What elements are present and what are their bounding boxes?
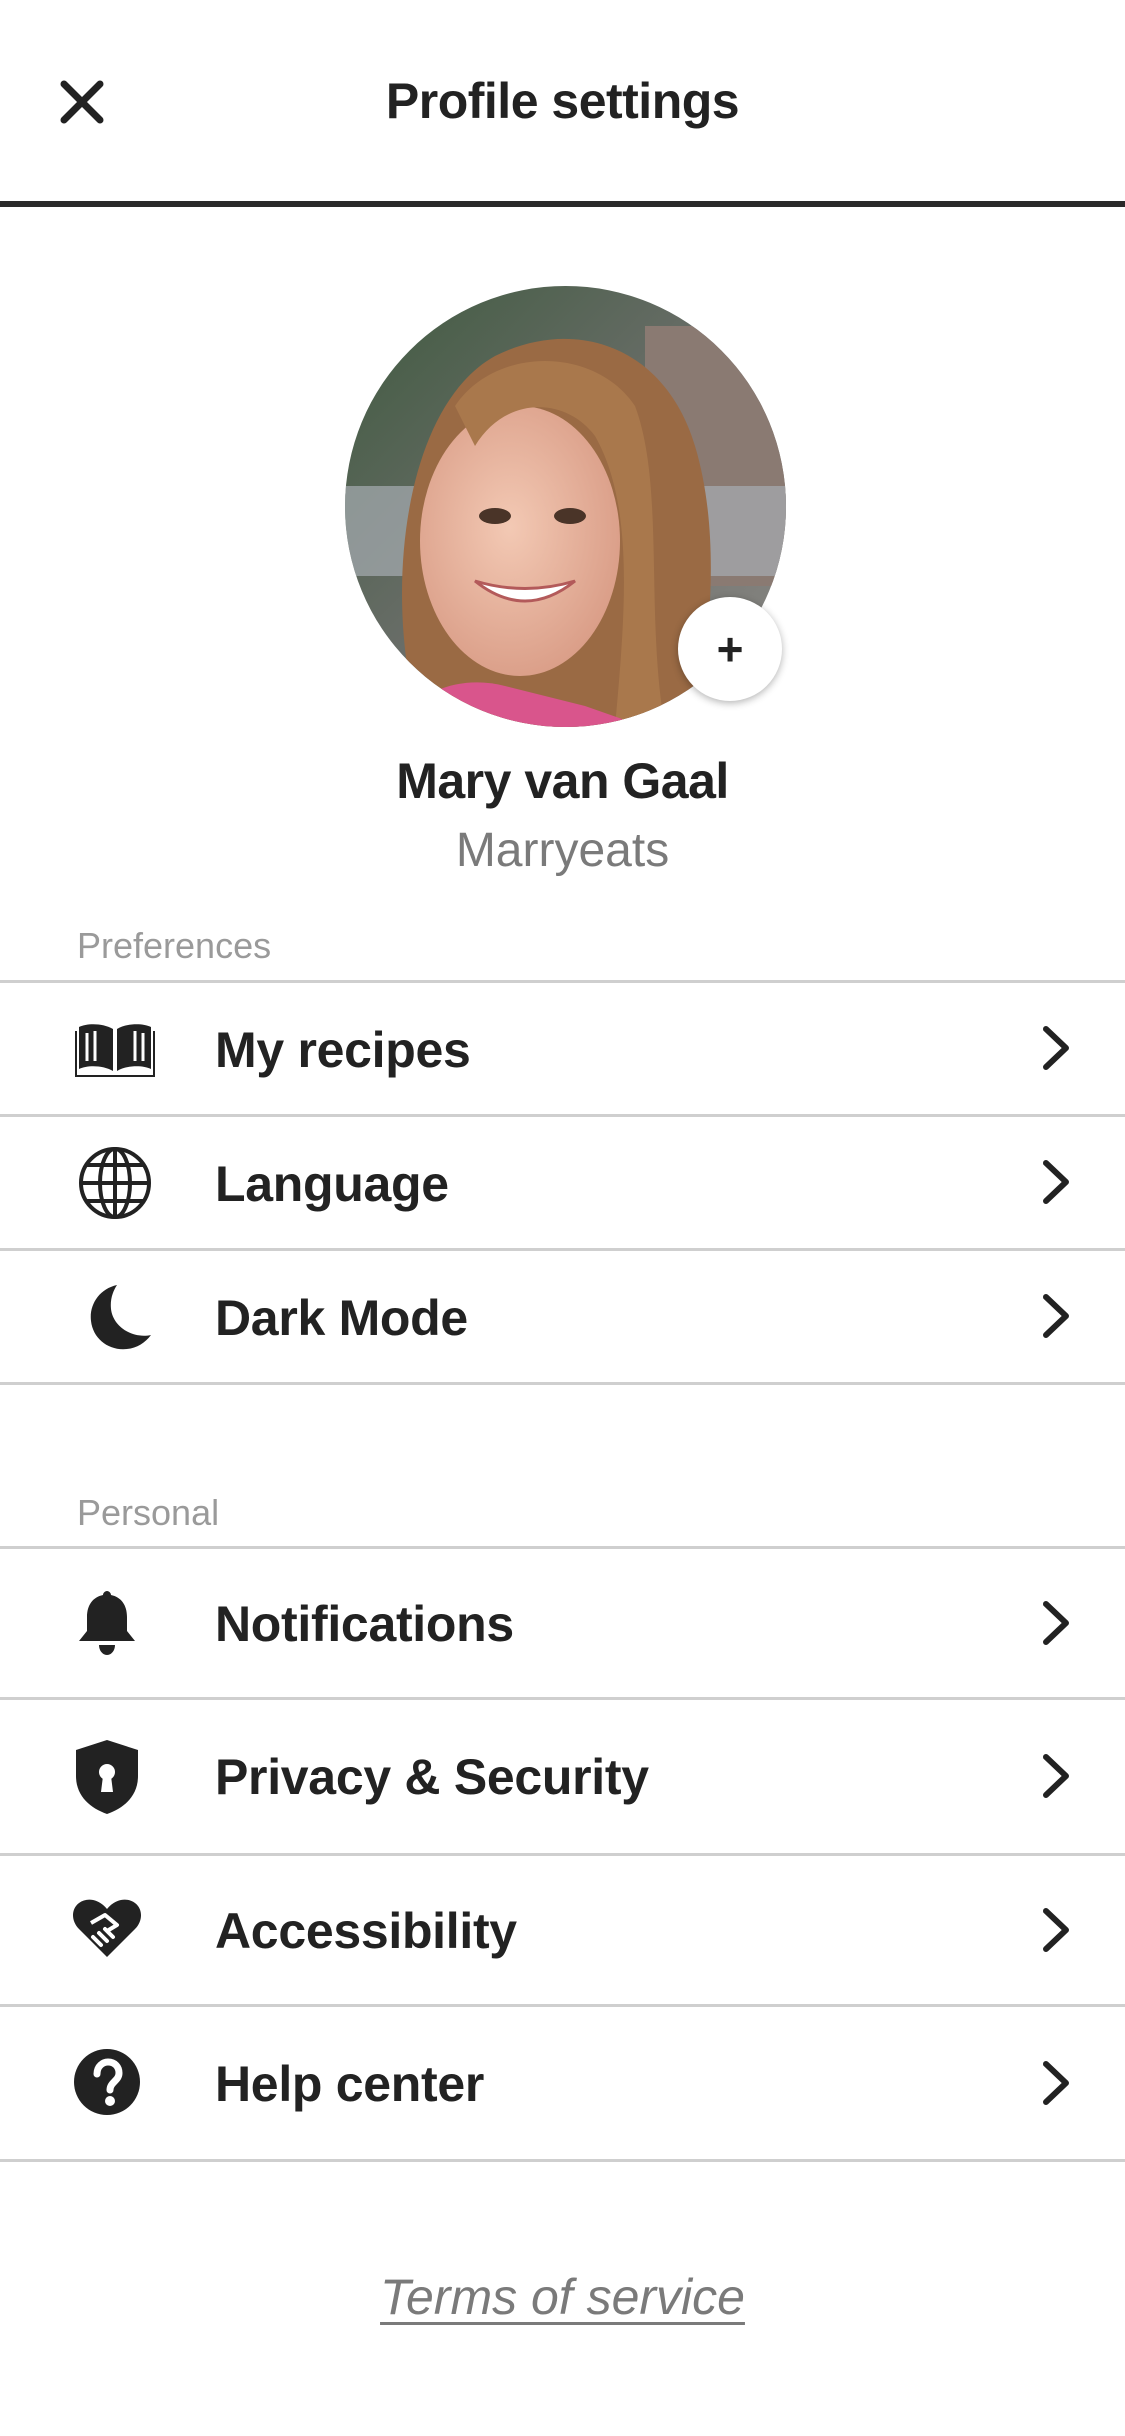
shield-lock-icon [62, 1738, 152, 1816]
chevron-right-icon [1036, 2058, 1076, 2108]
chevron-right-icon [1036, 1751, 1076, 1801]
menu-item-notifications[interactable]: Notifications [0, 1549, 1125, 1697]
chevron-right-icon [1036, 1291, 1076, 1341]
open-book-icon [70, 1021, 160, 1077]
menu-item-label: Help center [215, 2056, 485, 2112]
page-title: Profile settings [385, 73, 740, 129]
section-label-personal: Personal [77, 1492, 220, 1533]
avatar-container: + [345, 286, 786, 727]
menu-item-help-center[interactable]: Help center [0, 2007, 1125, 2159]
divider [0, 2159, 1125, 2162]
moon-icon [70, 1279, 160, 1355]
menu-item-label: Dark Mode [215, 1290, 468, 1346]
menu-item-label: Privacy & Security [215, 1749, 649, 1805]
section-label-preferences: Preferences [77, 925, 272, 966]
divider [0, 1382, 1125, 1385]
chevron-right-icon [1036, 1598, 1076, 1648]
header-divider [0, 201, 1125, 207]
plus-icon: + [716, 623, 744, 675]
heart-handshake-icon [62, 1894, 152, 1966]
user-handle: Marryeats [455, 824, 670, 877]
menu-item-label: Notifications [215, 1596, 514, 1652]
menu-item-my-recipes[interactable]: My recipes [0, 983, 1125, 1114]
user-name: Mary van Gaal [396, 753, 729, 809]
footer: Terms of service [0, 2268, 1125, 2326]
bell-icon [62, 1587, 152, 1659]
chevron-right-icon [1036, 1905, 1076, 1955]
menu-item-language[interactable]: Language [0, 1117, 1125, 1248]
chevron-right-icon [1036, 1157, 1076, 1207]
menu-item-dark-mode[interactable]: Dark Mode [0, 1251, 1125, 1382]
add-photo-button[interactable]: + [678, 597, 782, 701]
chevron-right-icon [1036, 1023, 1076, 1073]
menu-item-accessibility[interactable]: Accessibility [0, 1856, 1125, 2004]
menu-item-label: Accessibility [215, 1903, 517, 1959]
menu-item-label: My recipes [215, 1022, 471, 1078]
menu-item-label: Language [215, 1156, 449, 1212]
menu-item-privacy-security[interactable]: Privacy & Security [0, 1700, 1125, 1853]
question-circle-icon [62, 2047, 152, 2117]
header: Profile settings [0, 0, 1125, 207]
globe-icon [70, 1145, 160, 1221]
terms-of-service-link[interactable]: Terms of service [380, 2269, 745, 2325]
